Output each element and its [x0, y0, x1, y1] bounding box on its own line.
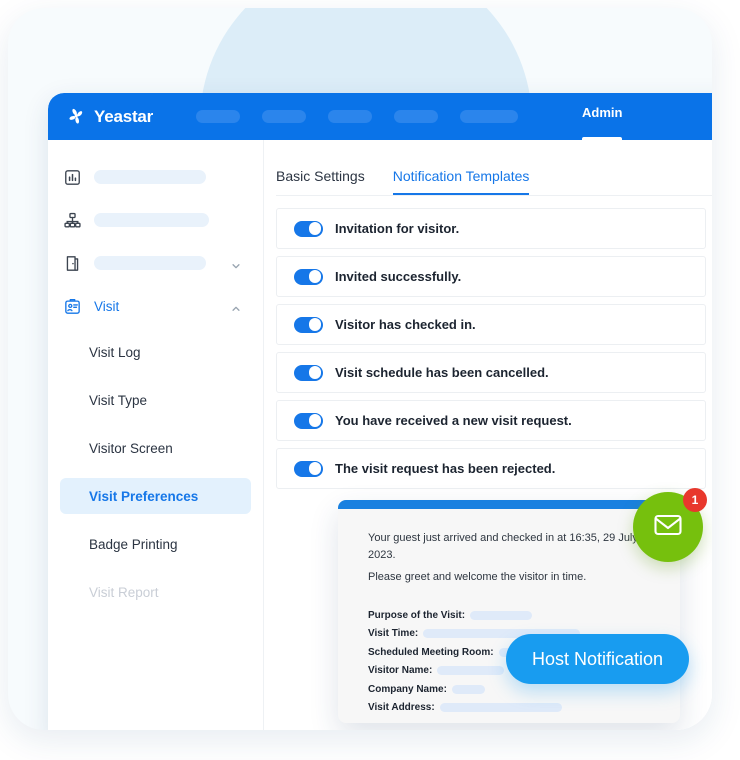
nav-item-admin[interactable]: Admin [582, 93, 623, 140]
table-row: Visit schedule has been cancelled. [276, 352, 706, 393]
toggle-label: You have received a new visit request. [335, 413, 572, 428]
table-row: Visitor has checked in. [276, 304, 706, 345]
toggle-label: Visitor has checked in. [335, 317, 476, 332]
nav-placeholder-5[interactable] [460, 110, 519, 123]
sidebar-item-visit-log[interactable]: Visit Log [60, 334, 251, 370]
field-value-blurred [470, 610, 533, 620]
sidebar-item-blurred-1[interactable] [48, 162, 263, 192]
bar-chart-icon [62, 167, 82, 187]
sidebar-item-visitor-screen[interactable]: Visitor Screen [60, 430, 251, 466]
field-label-scheduled-meeting-room: Scheduled Meeting Room: [368, 646, 494, 658]
sidebar-item-blurred-2[interactable] [48, 205, 263, 235]
field-label-visit-address: Visit Address: [368, 702, 435, 714]
org-chart-icon [62, 210, 82, 230]
chevron-down-icon[interactable] [231, 258, 241, 269]
tab-notification-templates[interactable]: Notification Templates [392, 168, 529, 195]
toggle-knob [308, 318, 322, 331]
unread-count-badge: 1 [683, 488, 707, 512]
toggle-knob [308, 462, 322, 475]
outer-frame: Yeastar Admin Visit Visit Log Visit Type… [8, 8, 712, 730]
toggle-label: The visit request has been rejected. [335, 461, 556, 476]
sidebar-item-blurred-label-1 [94, 170, 206, 184]
sidebar-item-visit-label: Visit [94, 298, 120, 314]
table-row: Invited successfully. [276, 256, 706, 297]
brand: Yeastar [66, 106, 153, 128]
field-value-blurred [451, 684, 485, 694]
id-badge-icon [62, 296, 82, 316]
yeastar-flower-logo-icon [66, 106, 88, 128]
sidebar-item-visit-type[interactable]: Visit Type [60, 382, 251, 418]
toggle-invitation-for-visitor[interactable] [294, 220, 323, 237]
notification-line-1: Your guest just arrived and checked in a… [368, 532, 638, 562]
sidebar-item-badge-printing[interactable]: Badge Printing [60, 526, 251, 562]
toggle-visit-schedule-cancelled[interactable] [294, 364, 323, 381]
tab-basic-settings[interactable]: Basic Settings [276, 168, 365, 195]
table-row: Invitation for visitor. [276, 208, 706, 249]
card-accent-bar [338, 500, 680, 509]
sidebar-item-blurred-label-3 [94, 256, 206, 270]
field-label-company-name: Company Name: [368, 683, 447, 695]
screenshot-stage: Yeastar Admin Visit Visit Log Visit Type… [0, 0, 740, 760]
nav-placeholder-4[interactable] [394, 110, 439, 123]
nav-placeholders [196, 110, 519, 123]
brand-name: Yeastar [94, 106, 154, 126]
chevron-up-icon[interactable] [231, 301, 241, 311]
toggle-invited-successfully[interactable] [294, 268, 323, 285]
toggle-label: Visit schedule has been cancelled. [335, 365, 549, 380]
nav-placeholder-3[interactable] [328, 110, 373, 123]
host-notification-pill[interactable]: Host Notification [506, 634, 690, 684]
field-value-blurred [437, 666, 505, 676]
toggle-knob [308, 366, 322, 379]
toggle-knob [308, 222, 322, 235]
notification-template-list: Invitation for visitor. Invited successf… [276, 196, 712, 489]
field-label-visitor-name: Visitor Name: [368, 665, 433, 677]
toggle-new-visit-request[interactable] [294, 412, 323, 429]
sidebar-item-visit-preferences[interactable]: Visit Preferences [60, 478, 251, 514]
notification-line-2: Please greet and welcome the visitor in … [368, 571, 587, 584]
nav-placeholder-1[interactable] [196, 110, 241, 123]
tab-bar: Basic Settings Notification Templates [276, 140, 712, 196]
sidebar-item-blurred-label-2 [94, 213, 209, 227]
list-item: Visit Address: [368, 699, 656, 718]
sidebar-item-visit-report[interactable]: Visit Report [60, 574, 251, 610]
toggle-label: Invitation for visitor. [335, 221, 460, 236]
sidebar-fade-overlay [48, 658, 262, 730]
card-body: Your guest just arrived and checked in a… [338, 509, 680, 717]
list-item: Purpose of the Visit: [368, 606, 656, 625]
toggle-knob [308, 270, 322, 283]
toggle-label: Invited successfully. [335, 269, 462, 284]
table-row: You have received a new visit request. [276, 400, 706, 441]
toggle-visit-request-rejected[interactable] [294, 460, 323, 477]
door-icon [62, 253, 82, 273]
envelope-notification-badge[interactable]: 1 [633, 488, 707, 562]
envelope-icon [650, 507, 686, 548]
app-topbar: Yeastar Admin [48, 93, 712, 140]
toggle-knob [308, 414, 322, 427]
field-label-purpose-of-the-visit: Purpose of the Visit: [368, 609, 466, 621]
field-value-blurred [439, 703, 562, 713]
sidebar: Visit Visit Log Visit Type Visitor Scree… [48, 140, 264, 730]
sidebar-item-blurred-3[interactable] [48, 248, 263, 278]
table-row: The visit request has been rejected. [276, 448, 706, 489]
nav-placeholder-2[interactable] [262, 110, 307, 123]
toggle-visitor-has-checked-in[interactable] [294, 316, 323, 333]
nav-item-admin-label: Admin [582, 105, 623, 120]
sidebar-item-visit[interactable]: Visit [48, 291, 263, 321]
host-notification-card: Your guest just arrived and checked in a… [338, 500, 680, 723]
field-label-visit-time: Visit Time: [368, 628, 419, 640]
